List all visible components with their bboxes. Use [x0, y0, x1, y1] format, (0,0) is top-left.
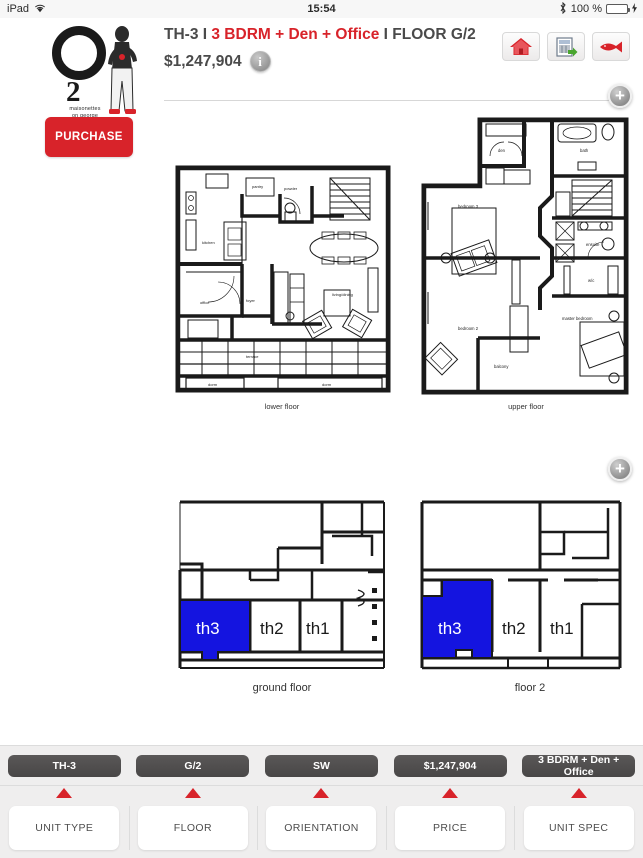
- floor-label: FLOOR G/2: [392, 26, 476, 43]
- floor-2-key-plan: th3 th2 th1: [420, 500, 622, 670]
- header: 2 maisonettes on george TH-3 I 3 BDRM + …: [0, 18, 643, 119]
- filter-button-price[interactable]: PRICE: [395, 806, 506, 850]
- upper-floor-caption: upper floor: [508, 402, 544, 411]
- filter-button-orientation[interactable]: ORIENTATION: [266, 806, 377, 850]
- svg-text:w/c: w/c: [588, 278, 594, 283]
- svg-text:office: office: [200, 300, 210, 305]
- svg-text:terrace: terrace: [246, 354, 259, 359]
- spec-sheet-export-icon[interactable]: [547, 32, 585, 61]
- caret-up-icon: [442, 788, 459, 798]
- unit-title: TH-3 I 3 BDRM + Den + Office I FLOOR G/2: [164, 26, 476, 44]
- unit-title-area: TH-3 I 3 BDRM + Den + Office I FLOOR G/2…: [164, 26, 476, 72]
- arrow-cell-floor: [129, 788, 258, 800]
- btn-cell-price: PRICE: [385, 803, 515, 853]
- caret-up-icon: [570, 788, 587, 798]
- key-plans-panel: + th3 th2 th1 th3 th2 th1 ground floor f…: [0, 450, 643, 700]
- svg-text:bedroom 2: bedroom 2: [458, 326, 479, 331]
- bluetooth-icon: [559, 1, 567, 17]
- filter-chip-cell-price: $1,247,904: [386, 755, 515, 783]
- filter-chips-row: TH-3 G/2 SW $1,247,904 3 BDRM + Den + Of…: [0, 755, 643, 783]
- app-root: iPad 15:54 100 % 2 maisonettes TH-3 I 3 …: [0, 0, 643, 858]
- key-plan-unit-label-th3: th3: [438, 619, 462, 638]
- key-plans-zoom-button[interactable]: +: [608, 457, 632, 481]
- title-separator-2: I: [379, 26, 393, 43]
- lower-floor-caption: lower floor: [264, 402, 300, 411]
- filter-chip-cell-unit-type: TH-3: [0, 755, 129, 783]
- battery-icon: [606, 4, 630, 14]
- arrow-cell-orientation: [257, 788, 386, 800]
- svg-text:dorm: dorm: [322, 382, 332, 387]
- filter-button-unit-spec[interactable]: UNIT SPEC: [523, 806, 634, 850]
- battery-percent-label: 100 %: [570, 3, 602, 15]
- filter-chip-orientation[interactable]: SW: [264, 755, 378, 777]
- filter-bar: TH-3 G/2 SW $1,247,904 3 BDRM + Den + Of…: [0, 745, 643, 858]
- key-plan-unit-label-th1: th1: [306, 619, 330, 638]
- svg-text:bedroom 3: bedroom 3: [458, 204, 479, 209]
- svg-text:pantry: pantry: [252, 184, 263, 189]
- detail-plans-zoom-button[interactable]: +: [608, 84, 632, 108]
- upper-floor-plan-drawing: den bath bedroom 3 bedroom 2 ensuite w/c…: [421, 117, 629, 395]
- toolbar: [502, 32, 630, 61]
- title-separator-1: I: [198, 26, 212, 43]
- svg-text:dorm: dorm: [208, 382, 218, 387]
- unit-spec-label: 3 BDRM + Den + Office: [211, 26, 380, 43]
- key-plan-unit-label-th1: th1: [550, 619, 574, 638]
- filter-chip-price[interactable]: $1,247,904: [393, 755, 507, 777]
- svg-text:den: den: [498, 148, 506, 153]
- caret-up-icon: [184, 788, 201, 798]
- btn-cell-orientation: ORIENTATION: [257, 803, 386, 853]
- price-row: $1,247,904 i: [164, 51, 476, 72]
- filter-button-unit-type[interactable]: UNIT TYPE: [9, 806, 120, 850]
- caret-up-icon: [56, 788, 73, 798]
- filter-bar-divider: [0, 785, 643, 786]
- svg-text:living/dining: living/dining: [332, 292, 353, 297]
- svg-text:balcony: balcony: [494, 364, 509, 369]
- filter-chip-cell-orientation: SW: [257, 755, 386, 783]
- lower-floor-plan-drawing: kitchen pantry powder living/dining offi…: [175, 165, 391, 393]
- filter-chip-floor[interactable]: G/2: [136, 755, 250, 777]
- floor-2-key-caption: floor 2: [514, 682, 546, 694]
- detail-plans-panel: + kitchen pantry powder living/dining of…: [0, 84, 643, 422]
- key-plan-unit-label-th3: th3: [196, 619, 220, 638]
- svg-text:powder: powder: [284, 186, 298, 191]
- filter-chip-unit-type[interactable]: TH-3: [7, 755, 121, 777]
- filter-buttons-row: UNIT TYPE FLOOR ORIENTATION PRICE UNIT S…: [0, 803, 643, 853]
- status-bar: iPad 15:54 100 %: [0, 0, 643, 18]
- svg-text:kitchen: kitchen: [202, 240, 215, 245]
- caret-up-icon: [313, 788, 330, 798]
- arrow-cell-unit-spec: [514, 788, 643, 800]
- filter-chip-cell-floor: G/2: [129, 755, 258, 783]
- svg-text:ensuite: ensuite: [586, 242, 600, 247]
- key-plan-unit-label-th2: th2: [260, 619, 284, 638]
- header-divider: [164, 100, 629, 101]
- btn-cell-floor: FLOOR: [128, 803, 258, 853]
- price-label: $1,247,904: [164, 52, 242, 70]
- key-plan-unit-label-th2: th2: [502, 619, 526, 638]
- status-bar-right: 100 %: [559, 1, 637, 17]
- home-icon[interactable]: [502, 32, 540, 61]
- svg-text:foyer: foyer: [246, 298, 256, 303]
- svg-text:master bedroom: master bedroom: [562, 316, 593, 321]
- charging-bolt-icon: [632, 2, 637, 16]
- svg-text:bath: bath: [580, 148, 589, 153]
- btn-cell-unit-type: UNIT TYPE: [0, 803, 129, 853]
- unit-code-label: TH-3: [164, 26, 199, 43]
- fish-icon[interactable]: [592, 32, 630, 61]
- filter-chip-unit-spec[interactable]: 3 BDRM + Den + Office: [522, 755, 636, 777]
- status-bar-time: 15:54: [307, 3, 336, 15]
- filter-button-floor[interactable]: FLOOR: [137, 806, 248, 850]
- ground-floor-key-caption: ground floor: [252, 682, 312, 694]
- arrow-cell-price: [386, 788, 515, 800]
- arrow-cell-unit-type: [0, 788, 129, 800]
- info-icon[interactable]: i: [249, 51, 271, 72]
- filter-chip-cell-unit-spec: 3 BDRM + Den + Office: [514, 755, 643, 783]
- ground-floor-key-plan: th3 th2 th1: [178, 500, 385, 669]
- filter-arrows-row: [0, 788, 643, 800]
- btn-cell-unit-spec: UNIT SPEC: [514, 803, 643, 853]
